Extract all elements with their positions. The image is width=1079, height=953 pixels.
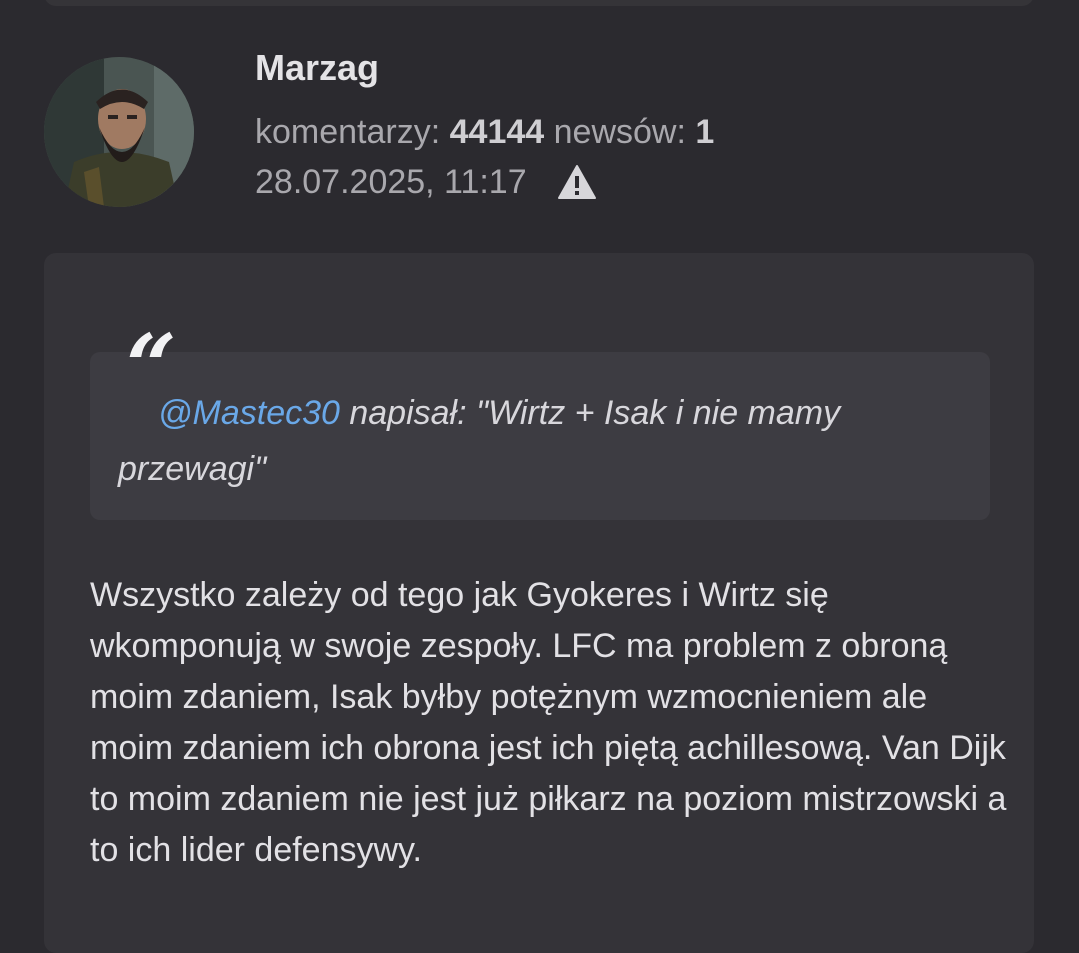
comment-meta: 28.07.2025, 11:17 bbox=[255, 160, 597, 204]
comments-count: 44144 bbox=[449, 113, 545, 151]
author-stats: komentarzy: 44144 newsów: 1 bbox=[255, 110, 714, 154]
comment-body: Wszystko zależy od tego jak Gyokeres i W… bbox=[90, 576, 1007, 869]
avatar-photo-icon bbox=[44, 57, 194, 207]
comments-label: komentarzy: bbox=[255, 113, 441, 151]
user-avatar[interactable] bbox=[44, 57, 194, 207]
author-username[interactable]: Marzag bbox=[255, 46, 379, 90]
quote-text: @Mastec30 napisał: "Wirtz + Isak i nie m… bbox=[118, 385, 938, 497]
comment-timestamp: 28.07.2025, 11:17 bbox=[255, 163, 527, 201]
quote-mark-icon: “ bbox=[126, 314, 177, 418]
previous-comment-card bbox=[44, 0, 1034, 6]
warning-triangle-icon[interactable] bbox=[557, 164, 597, 200]
mention-link[interactable]: @Mastec30 bbox=[158, 394, 340, 432]
news-count: 1 bbox=[695, 113, 715, 151]
news-label: newsów: bbox=[553, 113, 686, 151]
